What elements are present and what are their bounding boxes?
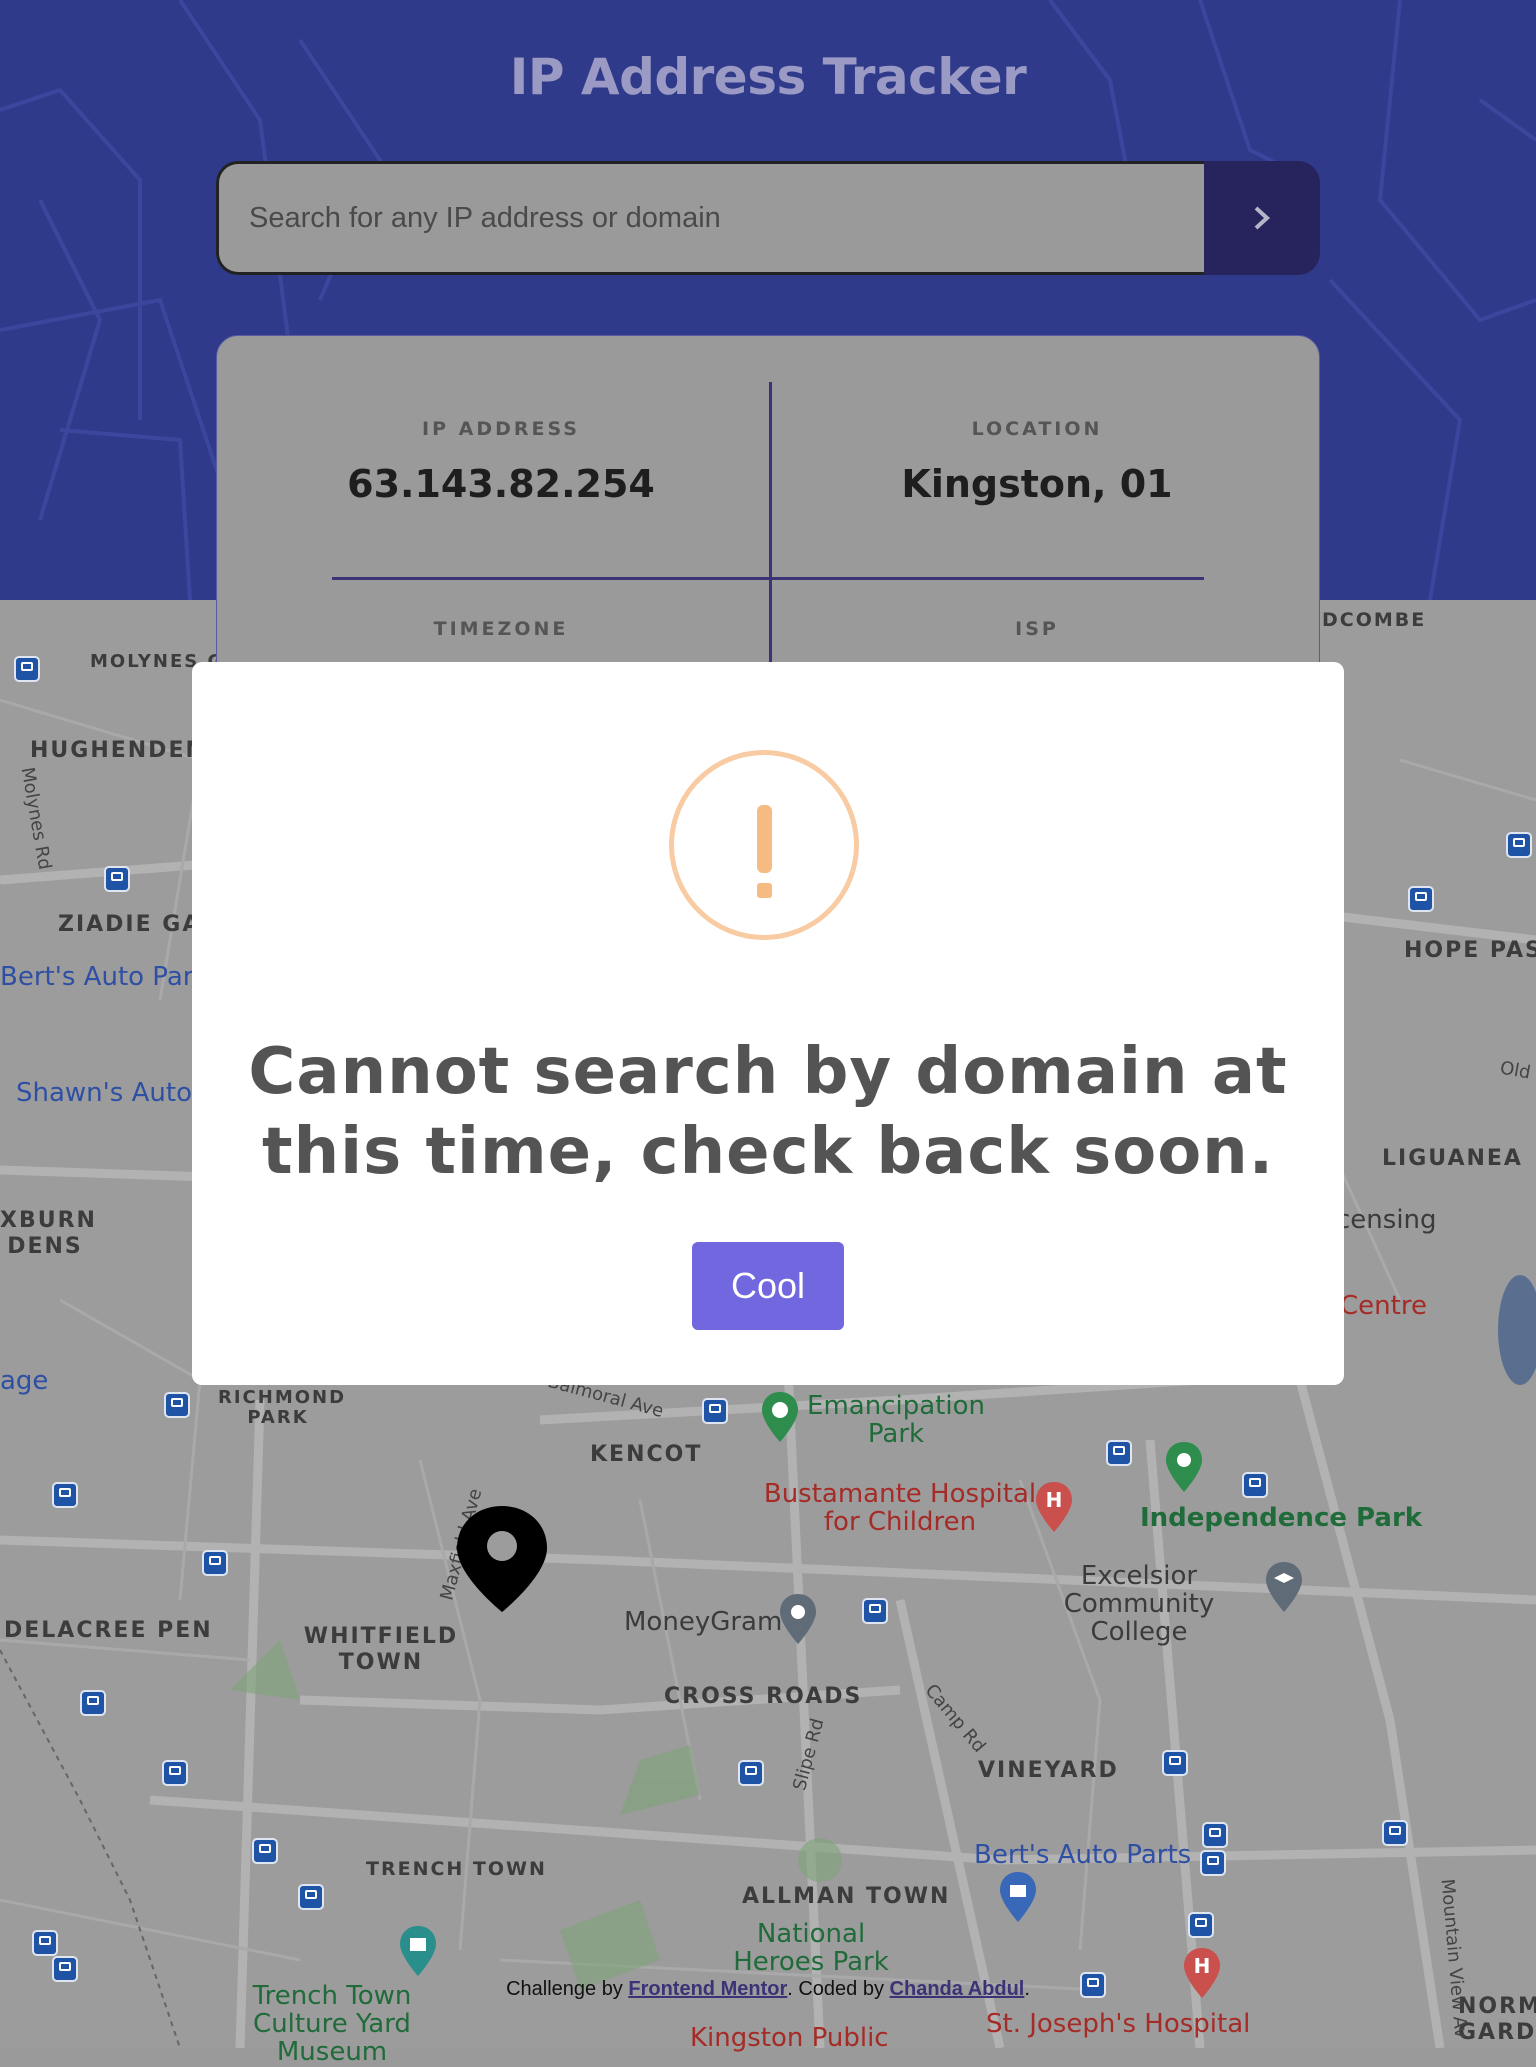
attribution-middle: . Coded by xyxy=(787,1978,890,2000)
map-label-area: CROSS ROADS xyxy=(664,1684,863,1709)
bus-stop-icon xyxy=(1506,832,1532,858)
attribution-suffix: . xyxy=(1024,1978,1030,2000)
bus-stop-icon xyxy=(80,1690,106,1716)
bus-stop-icon xyxy=(1382,1820,1408,1846)
bus-stop-icon xyxy=(298,1884,324,1910)
map-label-area: DCOMBE xyxy=(1322,609,1427,631)
map-label-area: ZIADIE GA xyxy=(58,912,202,937)
map-label-place: Independence Park xyxy=(1140,1503,1423,1533)
bus-stop-icon xyxy=(1162,1750,1188,1776)
map-label-area: LIGUANEA xyxy=(1382,1146,1523,1171)
bus-stop-icon xyxy=(1200,1850,1226,1876)
hospital-pin-icon: H xyxy=(1036,1482,1072,1532)
money-pin-icon xyxy=(780,1594,816,1644)
bus-stop-icon xyxy=(14,656,40,682)
map-label-place: age xyxy=(0,1366,49,1396)
map-label-place: National Heroes Park xyxy=(733,1919,889,1977)
map-label-area: XBURN DENS xyxy=(0,1208,97,1259)
bus-stop-icon xyxy=(164,1392,190,1418)
map-label-place: censing xyxy=(1336,1205,1437,1235)
map-label-area: TRENCH TOWN xyxy=(366,1858,547,1880)
location-label: LOCATION xyxy=(971,418,1103,440)
timezone-label: TIMEZONE xyxy=(433,618,569,640)
map-label-place: Excelsior Community College xyxy=(1063,1561,1215,1647)
map-label-place: Shawn's Auto xyxy=(16,1078,192,1108)
bus-stop-icon xyxy=(1408,886,1434,912)
map-label-area: KENCOT xyxy=(590,1442,703,1467)
svg-text:H: H xyxy=(1194,1954,1211,1978)
bus-stop-icon xyxy=(1188,1912,1214,1938)
bus-stop-icon xyxy=(52,1482,78,1508)
map-label-place: St. Joseph's Hospital xyxy=(986,2009,1251,2039)
warning-icon-bar xyxy=(757,805,772,873)
bus-stop-icon xyxy=(1106,1440,1132,1466)
ip-address-value: 63.143.82.254 xyxy=(347,462,655,506)
bus-stop-icon xyxy=(862,1598,888,1624)
bus-stop-icon xyxy=(252,1838,278,1864)
warning-icon-dot xyxy=(757,883,772,898)
bus-stop-icon xyxy=(104,866,130,892)
bus-stop-icon xyxy=(1242,1472,1268,1498)
attribution-prefix: Challenge by xyxy=(506,1978,629,2000)
frontend-mentor-link[interactable]: Frontend Mentor xyxy=(628,1978,787,2000)
ip-address-label: IP ADDRESS xyxy=(422,418,580,440)
map-label-place: MoneyGram xyxy=(624,1607,783,1637)
map-label-place: Bert's Auto Parts xyxy=(974,1840,1192,1870)
museum-pin-icon xyxy=(400,1926,436,1976)
shopping-pin-icon xyxy=(1000,1872,1036,1922)
author-link[interactable]: Chanda Abdul xyxy=(890,1978,1025,2000)
location-value: Kingston, 01 xyxy=(901,462,1173,506)
attribution: Challenge by Frontend Mentor. Coded by C… xyxy=(0,1978,1536,2001)
card-divider-horizontal xyxy=(332,577,1204,580)
confirm-button[interactable]: Cool xyxy=(692,1242,844,1330)
map-label-place: Bert's Auto Parts xyxy=(0,962,218,992)
park-pin-icon xyxy=(762,1392,798,1442)
map-label-area: HOPE PAS xyxy=(1404,938,1536,963)
warning-icon xyxy=(669,750,859,940)
map-label-place: Emancipation Park xyxy=(807,1391,985,1449)
map-label-place: Bustamante Hospital for Children xyxy=(763,1479,1037,1537)
error-modal: Cannot search by domain at this time, ch… xyxy=(192,662,1344,1385)
bus-stop-icon xyxy=(202,1550,228,1576)
bus-stop-icon xyxy=(738,1760,764,1786)
map-label-area: WHITFIELD TOWN xyxy=(303,1624,459,1675)
bus-stop-icon xyxy=(162,1760,188,1786)
bus-stop-icon xyxy=(32,1930,58,1956)
park-pin-icon xyxy=(1166,1442,1202,1492)
map-label-area: ALLMAN TOWN xyxy=(742,1884,951,1909)
bus-stop-icon xyxy=(1202,1822,1228,1848)
map-label-area: RICHMOND PARK xyxy=(218,1387,347,1428)
map-label-area: VINEYARD xyxy=(978,1758,1119,1783)
map-label-area: HUGHENDEN xyxy=(30,738,206,763)
modal-message: Cannot search by domain at this time, ch… xyxy=(248,1035,1288,1189)
school-pin-icon xyxy=(1266,1562,1302,1612)
svg-text:H: H xyxy=(1046,1488,1063,1512)
bus-stop-icon xyxy=(702,1398,728,1424)
map-label-area: DELACREE PEN xyxy=(4,1618,213,1643)
isp-label: ISP xyxy=(1015,618,1059,640)
location-marker-icon[interactable] xyxy=(455,1504,549,1614)
map-label-place: Centre xyxy=(1340,1291,1427,1321)
